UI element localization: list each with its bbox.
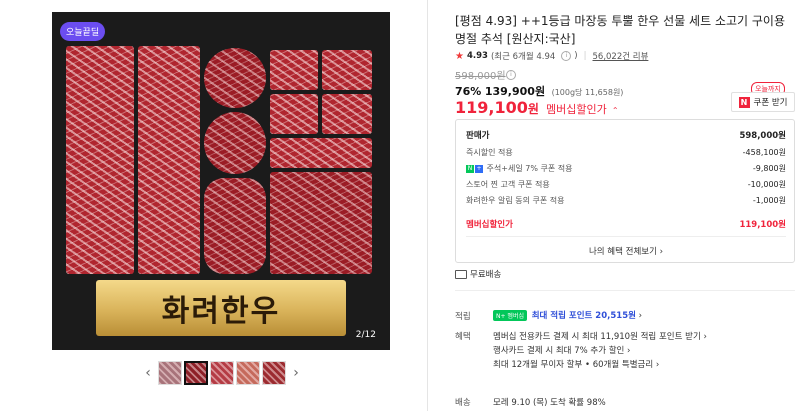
member-price-label: 멤버십할인가 xyxy=(546,103,607,116)
original-price-value: 598,000원 xyxy=(455,71,506,82)
member-price-won: 원 xyxy=(527,102,539,116)
breakdown-total-label: 멤버십할인가 xyxy=(466,220,513,230)
max-points-text: 최대 적립 포인트 20,515원 xyxy=(531,311,636,321)
naver-pay-icon: N xyxy=(466,164,474,173)
brand-text: 화려한우 xyxy=(161,294,281,329)
next-arrow-icon[interactable]: › xyxy=(288,365,304,381)
free-shipping-row: 무료배송 xyxy=(455,268,501,280)
breakdown-label: 판매가 xyxy=(466,131,490,141)
breakdown-label: 즉시할인 적용 xyxy=(466,148,513,157)
brand-gold-plate: 화려한우 xyxy=(96,280,346,336)
member-price: 119,100 xyxy=(455,98,528,117)
truck-icon xyxy=(455,269,467,279)
product-title: [평점 4.93] ++1등급 마장동 투뿔 한우 선물 세트 소고기 구이용 … xyxy=(455,14,785,46)
breakdown-amount: -1,000원 xyxy=(752,196,786,205)
original-price: 598,000원 xyxy=(455,67,506,82)
sale-price-row: 76% 139,900원 (100g당 11,658원) xyxy=(455,83,623,99)
thumbnail-active[interactable] xyxy=(184,361,208,385)
star-icon: ★ xyxy=(455,50,464,62)
breakdown-label: 화려한우 알림 동의 쿠폰 적용 xyxy=(466,196,565,205)
points-label: 적립 xyxy=(455,312,471,322)
product-main-image[interactable]: 오늘끝딜 화려한우 2/12 xyxy=(52,12,390,350)
discount-percent: 76% xyxy=(455,85,482,98)
rating-detail: (최근 6개월 4.94 xyxy=(490,52,556,62)
unit-price: (100g당 11,658원) xyxy=(551,88,624,97)
thumbnail[interactable] xyxy=(158,361,182,385)
shipping-detail: 모레 9.10 (목) 도착 확률 98% xyxy=(493,398,606,408)
coupon-button-label: 쿠폰 받기 xyxy=(753,98,788,108)
rating-detail-end: ) xyxy=(574,51,578,61)
breakdown-row: 즉시할인 적용 -458,100원 xyxy=(466,147,786,158)
breakdown-row: 스토어 찐 고객 쿠폰 적용 -10,000원 xyxy=(466,179,786,190)
rating-score: 4.93 xyxy=(466,51,488,61)
breakdown-label: 스토어 찐 고객 쿠폰 적용 xyxy=(466,180,550,189)
benefit-line[interactable]: 최대 12개월 무이자 할부 • 60개월 특별금리 › xyxy=(493,358,659,370)
breakdown-amount: -458,100원 xyxy=(742,148,786,157)
breakdown-amount: 598,000원 xyxy=(739,131,786,141)
points-value[interactable]: N+ 멤버십 최대 적립 포인트 20,515원 › xyxy=(493,309,642,321)
breakdown-row: 화려한우 알림 동의 쿠폰 적용 -1,000원 xyxy=(466,195,786,206)
info-icon[interactable]: i xyxy=(561,51,572,61)
benefit-line[interactable]: 멤버십 전용카드 결제 시 최대 11,910원 적립 포인트 받기 › xyxy=(493,330,707,342)
breakdown-amount: -10,000원 xyxy=(747,180,786,189)
prev-arrow-icon[interactable]: ‹ xyxy=(140,365,156,381)
chevron-up-icon[interactable]: ⌃ xyxy=(612,106,619,115)
membership-badge: N+ 멤버십 xyxy=(493,310,527,321)
section-divider xyxy=(455,290,795,291)
column-divider xyxy=(427,0,428,411)
plus-icon: + xyxy=(475,164,483,173)
breakdown-total: 멤버십할인가 119,100원 xyxy=(466,218,786,230)
image-counter: 2/12 xyxy=(355,330,376,340)
breakdown-head: 판매가 598,000원 xyxy=(466,129,786,141)
breakdown-row: N + 주석+세일 7% 쿠폰 적용 -9,800원 xyxy=(466,163,786,174)
price-breakdown-box: 판매가 598,000원 즉시할인 적용 -458,100원 N + 주석+세일 … xyxy=(455,119,795,263)
benefits-label: 혜택 xyxy=(455,332,471,342)
separator: | xyxy=(583,51,587,61)
naver-n-icon: N xyxy=(738,96,750,108)
meat-photo xyxy=(66,46,376,276)
view-all-benefits-link[interactable]: 나의 혜택 전체보기 › xyxy=(456,245,796,257)
benefit-line[interactable]: 행사카드 결제 시 최대 7% 추가 할인 › xyxy=(493,344,630,356)
today-deal-badge: 오늘끝딜 xyxy=(60,22,106,41)
thumbnail[interactable] xyxy=(210,361,234,385)
box-divider xyxy=(466,236,786,237)
sale-price: 139,900원 xyxy=(484,85,546,98)
chevron-right-icon: › xyxy=(638,311,643,321)
thumbnail[interactable] xyxy=(236,361,260,385)
free-shipping-label: 무료배송 xyxy=(470,270,502,280)
get-coupon-button[interactable]: N 쿠폰 받기 xyxy=(731,92,795,112)
thumbnail[interactable] xyxy=(262,361,286,385)
member-price-row[interactable]: 119,100원 멤버십할인가 ⌃ xyxy=(455,98,619,117)
rating-row: ★ 4.93 (최근 6개월 4.94 i) | 56,022건 리뷰 xyxy=(455,50,649,63)
shipping-label: 배송 xyxy=(455,398,471,408)
breakdown-amount: -9,800원 xyxy=(752,164,786,173)
breakdown-label: 주석+세일 7% 쿠폰 적용 xyxy=(486,164,573,173)
price-info-icon[interactable]: i xyxy=(506,70,516,80)
breakdown-total-amount: 119,100원 xyxy=(739,220,786,230)
thumbnail-strip: ‹ › xyxy=(140,359,304,387)
review-count-link[interactable]: 56,022건 리뷰 xyxy=(593,50,649,62)
